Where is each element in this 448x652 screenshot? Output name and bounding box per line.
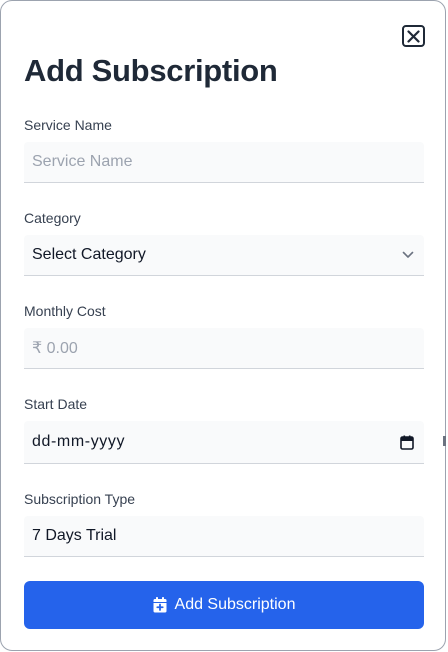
category-label: Category (24, 210, 81, 226)
start-date-label: Start Date (24, 396, 88, 412)
monthly-cost-placeholder: ₹ 0.00 (32, 340, 78, 357)
start-date-placeholder: dd-mm-yyyy (32, 433, 126, 450)
subscription-type-label: Subscription Type (24, 491, 136, 507)
subscription-type-value: 7 Days Trial (32, 527, 117, 544)
service-name-placeholder: Service Name (32, 153, 133, 170)
category-selected-value: Select Category (32, 246, 146, 263)
add-subscription-button-label: Add Subscription (174, 596, 296, 613)
calendar-plus-icon (153, 597, 167, 613)
add-subscription-button[interactable]: Add Subscription (24, 581, 424, 629)
chevron-down-icon (402, 251, 414, 259)
monthly-cost-input[interactable]: ₹ 0.00 (24, 328, 424, 369)
calendar-icon[interactable] (400, 435, 414, 450)
close-button[interactable] (402, 25, 425, 47)
start-date-input[interactable]: dd-mm-yyyy (24, 421, 424, 464)
service-name-label: Service Name (24, 117, 112, 133)
add-subscription-modal: Add Subscription Service Name Service Na… (0, 0, 446, 651)
close-icon (407, 29, 420, 43)
monthly-cost-label: Monthly Cost (24, 303, 106, 319)
service-name-input[interactable]: Service Name (24, 142, 424, 183)
scrollbar-tick (443, 436, 446, 446)
subscription-type-select[interactable]: 7 Days Trial (24, 516, 424, 557)
category-select[interactable]: Select Category (24, 235, 424, 276)
modal-title: Add Subscription (24, 53, 278, 88)
